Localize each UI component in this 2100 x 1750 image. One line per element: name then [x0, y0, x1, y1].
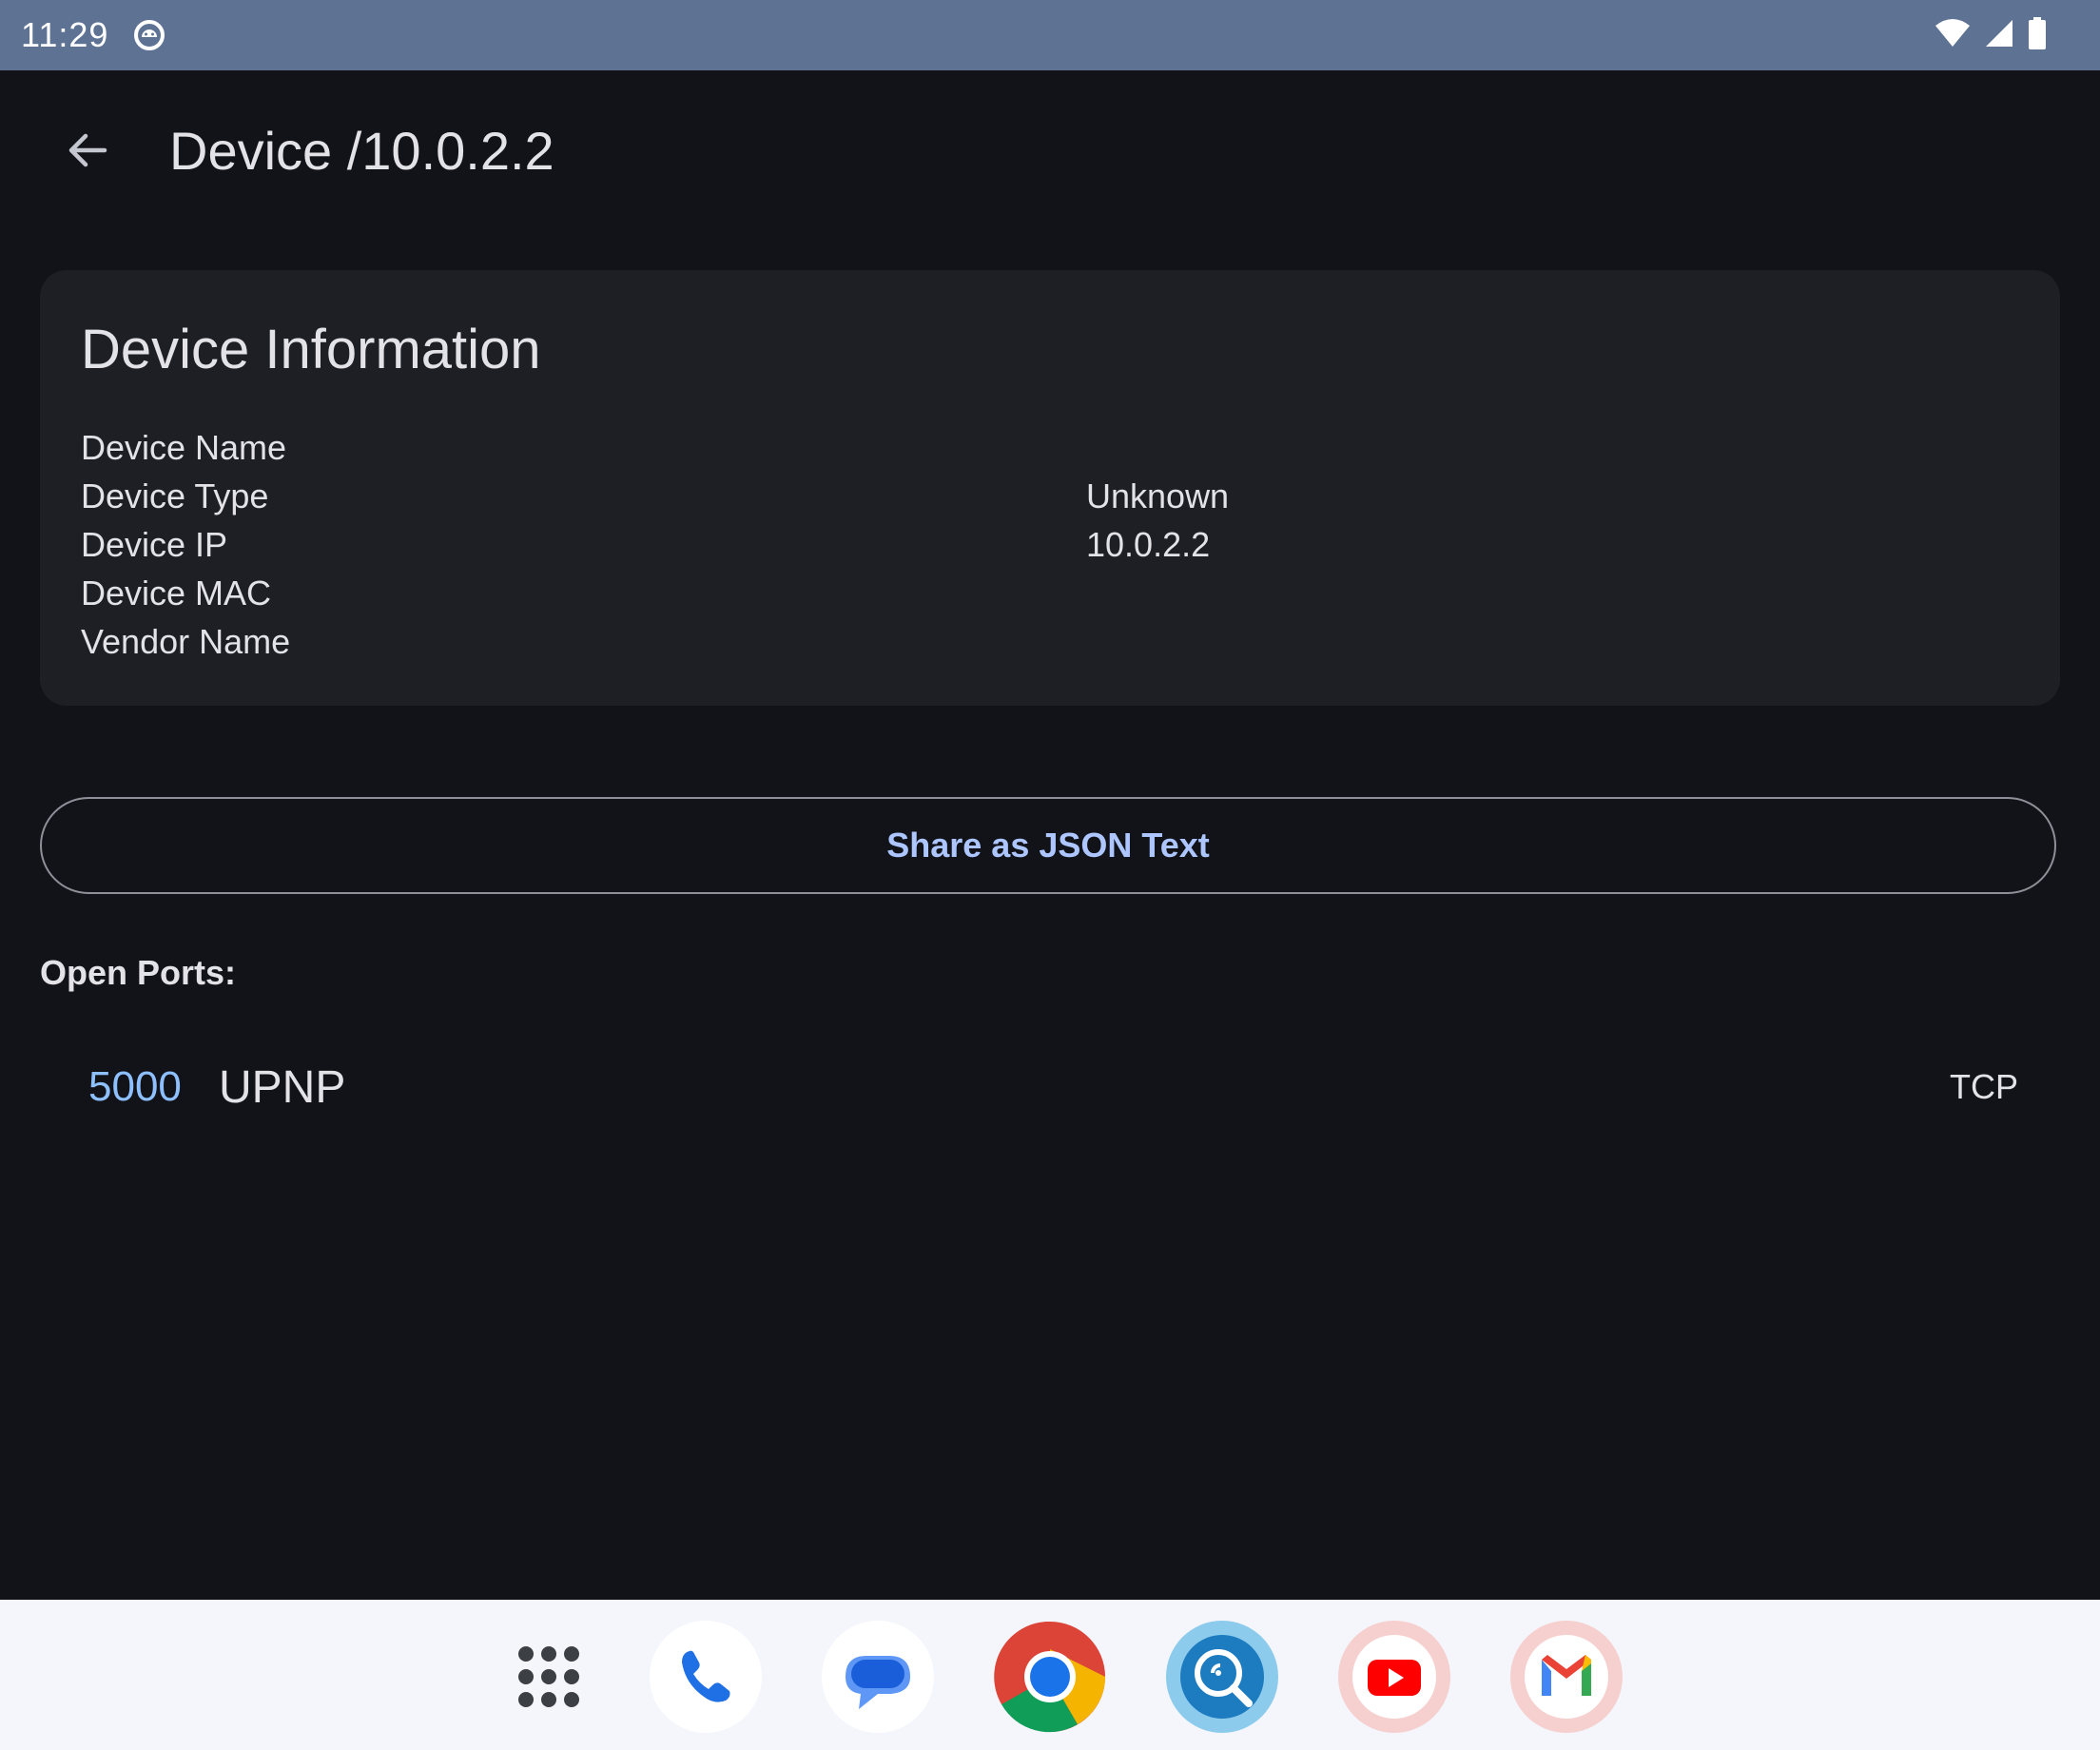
cellular-signal-icon — [1986, 20, 2012, 47]
port-protocol: TCP — [1950, 1067, 2018, 1106]
back-button[interactable] — [49, 112, 126, 188]
battery-icon — [2029, 17, 2046, 49]
port-number: 5000 — [88, 1063, 182, 1110]
vendor-name-label: Vendor Name — [81, 622, 291, 661]
android-notification-icon — [134, 20, 165, 50]
device-mac-label: Device MAC — [81, 574, 272, 612]
arrow-back-icon — [68, 133, 107, 167]
card-title: Device Information — [81, 319, 541, 380]
share-json-button[interactable]: Share as JSON Text — [40, 797, 2056, 894]
phone-icon[interactable] — [650, 1621, 762, 1733]
device-type-value: Unknown — [1086, 476, 1230, 515]
messages-icon[interactable] — [822, 1621, 934, 1733]
chrome-icon[interactable] — [994, 1621, 1106, 1733]
device-name-label: Device Name — [81, 428, 287, 467]
app-bar: Device /10.0.2.2 — [0, 70, 2100, 238]
youtube-icon[interactable] — [1338, 1621, 1450, 1733]
gmail-icon[interactable] — [1510, 1621, 1623, 1733]
device-info-card: Device Information Device Name Device Ty… — [40, 270, 2060, 706]
status-time: 11:29 — [21, 15, 109, 54]
device-type-label: Device Type — [81, 476, 269, 515]
wifi-icon — [1935, 19, 1970, 47]
page-title: Device /10.0.2.2 — [169, 121, 554, 181]
network-scanner-icon[interactable] — [1166, 1621, 1278, 1733]
device-ip-value: 10.0.2.2 — [1086, 525, 1211, 564]
taskbar-dock — [0, 1600, 2100, 1750]
status-icons — [1935, 17, 2047, 49]
open-ports-label: Open Ports: — [40, 953, 237, 992]
port-list-item[interactable]: 5000 UPNP TCP — [40, 1037, 2060, 1141]
status-bar: 11:29 — [0, 0, 2100, 70]
port-service: UPNP — [219, 1062, 346, 1113]
device-ip-label: Device IP — [81, 525, 228, 564]
app-drawer-icon[interactable] — [493, 1621, 605, 1733]
